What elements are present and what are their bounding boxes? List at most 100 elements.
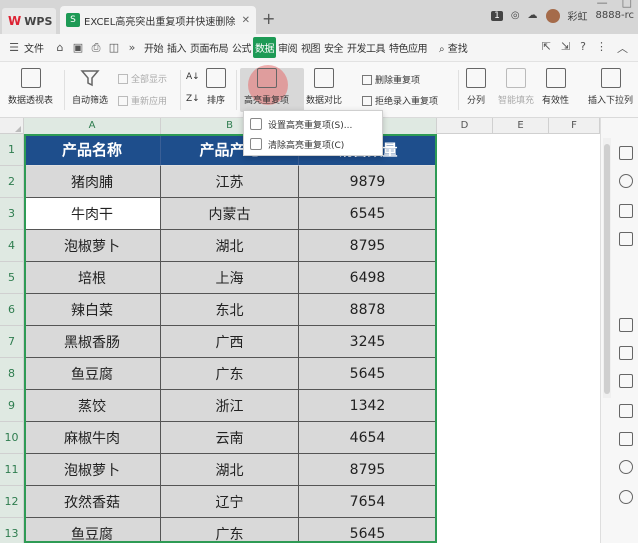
row-header[interactable]: 6 xyxy=(0,294,24,326)
row-header[interactable]: 3 xyxy=(0,198,24,230)
table-cell[interactable]: 黑椒香肠 xyxy=(24,326,161,358)
tab-home[interactable]: 开始 xyxy=(142,37,165,58)
settings-icon[interactable] xyxy=(619,432,633,446)
table-cell[interactable]: 云南 xyxy=(161,422,299,454)
history-icon[interactable]: ◎ xyxy=(511,10,520,21)
table-cell[interactable]: 3245 xyxy=(299,326,437,358)
row-header[interactable]: 2 xyxy=(0,166,24,198)
reapply-button[interactable]: 重新应用 xyxy=(118,94,167,107)
pivot-table-button[interactable]: 数据透视表 xyxy=(8,68,53,106)
table-cell[interactable]: 广东 xyxy=(161,518,299,543)
highlight-duplicates-control[interactable]: 高亮重复项 xyxy=(244,68,289,106)
table-cell[interactable]: 9879 xyxy=(299,166,437,198)
table-cell[interactable]: 孜然香菇 xyxy=(24,486,161,518)
row-header[interactable]: 11 xyxy=(0,454,24,486)
row-header[interactable]: 10 xyxy=(0,422,24,454)
table-cell[interactable]: 广东 xyxy=(161,358,299,390)
tab-insert[interactable]: 插入 xyxy=(165,37,188,58)
clipboard-icon[interactable] xyxy=(619,318,633,332)
image-icon[interactable] xyxy=(619,404,633,418)
table-cell[interactable]: 6498 xyxy=(299,262,437,294)
clear-highlight-menu-item[interactable]: 清除高亮重复项(C) xyxy=(244,134,382,154)
table-cell[interactable]: 7654 xyxy=(299,486,437,518)
insert-dropdown-button[interactable]: 插入下拉列 xyxy=(588,68,633,106)
table-cell[interactable]: 8795 xyxy=(299,454,437,486)
tab-special[interactable]: 特色应用 xyxy=(387,37,429,58)
remove-duplicates-button[interactable]: 删除重复项 xyxy=(362,73,420,86)
share-icon[interactable]: ⇱ xyxy=(542,40,551,56)
tab-security[interactable]: 安全 xyxy=(322,37,345,58)
close-tab-icon[interactable]: ✕ xyxy=(242,15,250,26)
column-header-e[interactable]: E xyxy=(493,118,549,134)
collapse-icon[interactable]: ︿ xyxy=(617,40,628,56)
column-header-f[interactable]: F xyxy=(549,118,600,134)
column-header-a[interactable]: A xyxy=(24,118,161,134)
table-cell[interactable]: 4654 xyxy=(299,422,437,454)
cloud-icon[interactable]: ☁ xyxy=(528,10,538,21)
new-tab-button[interactable]: + xyxy=(262,9,275,28)
table-cell[interactable]: 东北 xyxy=(161,294,299,326)
style-icon[interactable] xyxy=(619,204,633,218)
table-icon[interactable] xyxy=(619,232,633,246)
table-cell[interactable]: 上海 xyxy=(161,262,299,294)
more-options-icon[interactable]: ⋮ xyxy=(596,40,607,56)
select-all-corner[interactable] xyxy=(0,118,24,134)
page-badge[interactable]: 1 xyxy=(491,10,503,21)
active-cell[interactable]: 牛肉干 xyxy=(24,198,161,230)
document-tab[interactable]: S EXCEL高亮突出重复项并快速删除 ✕ xyxy=(60,6,256,34)
tab-page-layout[interactable]: 页面布局 xyxy=(188,37,230,58)
user-name[interactable]: 彩虹 xyxy=(568,8,588,23)
tab-view[interactable]: 视图 xyxy=(299,37,322,58)
sort-asc-icon[interactable]: A↓ xyxy=(186,72,200,82)
row-header[interactable]: 1 xyxy=(0,134,24,166)
smart-fill-button[interactable]: 智能填充 xyxy=(498,68,534,106)
scrollbar-thumb[interactable] xyxy=(604,144,610,394)
tab-review[interactable]: 审阅 xyxy=(276,37,299,58)
table-cell[interactable]: 广西 xyxy=(161,326,299,358)
cursor-icon[interactable] xyxy=(619,146,633,160)
shapes-icon[interactable] xyxy=(619,174,633,188)
row-header[interactable]: 12 xyxy=(0,486,24,518)
wps-home-tab[interactable]: W WPS xyxy=(2,8,56,34)
table-cell[interactable]: 鱼豆腐 xyxy=(24,518,161,543)
folder-icon[interactable]: ⌂ xyxy=(52,41,68,54)
row-header[interactable]: 4 xyxy=(0,230,24,262)
table-cell[interactable]: 泡椒萝卜 xyxy=(24,454,161,486)
tab-data[interactable]: 数据 xyxy=(253,37,276,58)
tab-formula[interactable]: 公式 xyxy=(230,37,253,58)
table-cell[interactable]: 猪肉脯 xyxy=(24,166,161,198)
autofilter-button[interactable]: 自动筛选 xyxy=(72,68,108,106)
more-icon[interactable]: » xyxy=(124,41,140,54)
table-cell[interactable]: 5645 xyxy=(299,518,437,543)
preview-icon[interactable]: ◫ xyxy=(106,41,122,54)
history-sidebar-icon[interactable] xyxy=(619,460,633,474)
table-cell[interactable]: 浙江 xyxy=(161,390,299,422)
table-cell[interactable]: 5645 xyxy=(299,358,437,390)
header-cell-product[interactable]: 产品名称 xyxy=(24,134,161,166)
table-cell[interactable]: 8795 xyxy=(299,230,437,262)
column-header-d[interactable]: D xyxy=(437,118,493,134)
tab-developer[interactable]: 开发工具 xyxy=(345,37,387,58)
row-header[interactable]: 5 xyxy=(0,262,24,294)
data-compare-button[interactable]: 数据对比 xyxy=(306,68,342,106)
table-cell[interactable]: 6545 xyxy=(299,198,437,230)
search-button[interactable]: ⌕ 查找 xyxy=(439,40,468,55)
sort-desc-icon[interactable]: Z↓ xyxy=(186,94,200,104)
row-header[interactable]: 8 xyxy=(0,358,24,390)
table-cell[interactable]: 江苏 xyxy=(161,166,299,198)
vertical-scrollbar[interactable] xyxy=(603,138,611,398)
print-icon[interactable]: ⎙ xyxy=(88,41,104,55)
sort-button[interactable]: 排序 xyxy=(206,68,226,106)
row-header[interactable]: 13 xyxy=(0,518,24,543)
table-cell[interactable]: 泡椒萝卜 xyxy=(24,230,161,262)
table-cell[interactable]: 辽宁 xyxy=(161,486,299,518)
table-cell[interactable]: 内蒙古 xyxy=(161,198,299,230)
help-icon[interactable]: ? xyxy=(580,40,586,56)
table-cell[interactable]: 1342 xyxy=(299,390,437,422)
table-cell[interactable]: 湖北 xyxy=(161,454,299,486)
table-cell[interactable]: 蒸饺 xyxy=(24,390,161,422)
help-sidebar-icon[interactable] xyxy=(619,490,633,504)
avatar[interactable] xyxy=(545,8,560,23)
table-cell[interactable]: 8878 xyxy=(299,294,437,326)
reject-duplicates-button[interactable]: 拒绝录入重复项 xyxy=(362,94,438,107)
